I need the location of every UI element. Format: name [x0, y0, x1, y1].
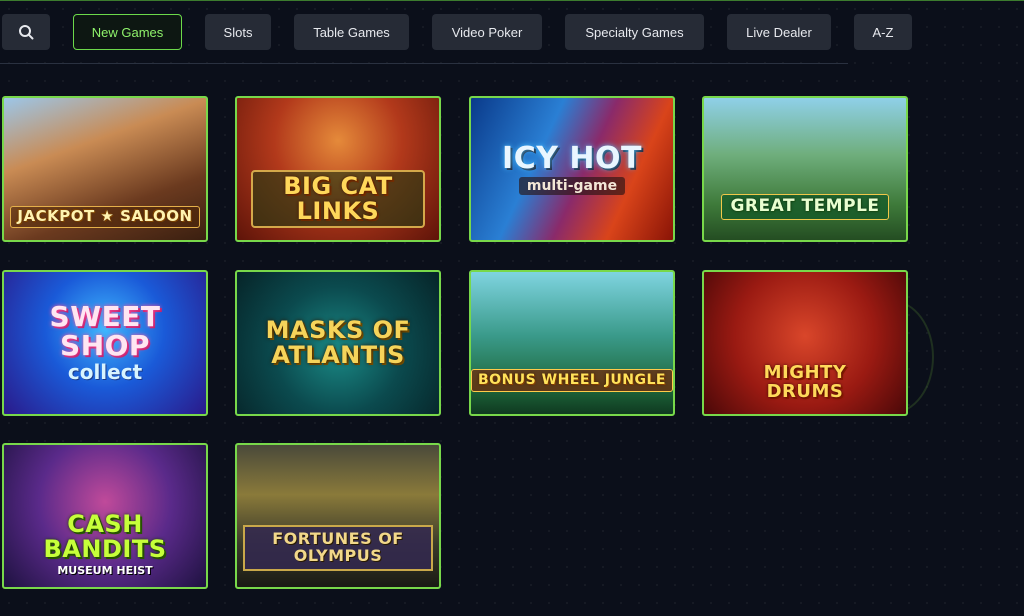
game-tile-mighty-drums[interactable]: MIGHTY DRUMS: [702, 270, 908, 416]
game-title: SWEET SHOP: [49, 299, 161, 362]
game-title: FORTUNES OF OLYMPUS: [243, 525, 433, 571]
game-title: BIG CAT LINKS: [251, 169, 425, 228]
search-icon: [18, 24, 34, 40]
game-subtitle: collect: [67, 360, 143, 385]
game-title: MIGHTY DRUMS: [763, 362, 847, 403]
game-title: JACKPOT ★ SALOON: [10, 206, 200, 228]
game-tile-masks-of-atlantis[interactable]: MASKS OF ATLANTIS: [235, 270, 441, 416]
game-title: ICY HOT: [502, 141, 642, 177]
game-title: BONUS WHEEL JUNGLE: [471, 369, 673, 392]
tab-table-games[interactable]: Table Games: [294, 14, 409, 50]
game-tile-sweet-shop[interactable]: SWEET SHOP collect: [2, 270, 208, 416]
search-button[interactable]: [2, 14, 50, 50]
tab-new-games[interactable]: New Games: [73, 14, 182, 50]
category-nav: New Games Slots Table Games Video Poker …: [0, 14, 1024, 50]
nav-divider: [0, 63, 848, 64]
game-tile-icy-hot[interactable]: ICY HOT multi-game: [469, 96, 675, 242]
game-title: MASKS OF ATLANTIS: [265, 315, 411, 369]
top-accent-line: [0, 0, 1024, 1]
game-tile-bonus-wheel-jungle[interactable]: BONUS WHEEL JUNGLE: [469, 270, 675, 416]
game-tile-jackpot-saloon[interactable]: JACKPOT ★ SALOON: [2, 96, 208, 242]
game-title: CASH BANDITS: [43, 509, 167, 563]
game-subtitle: MUSEUM HEIST: [57, 564, 153, 577]
tab-video-poker[interactable]: Video Poker: [432, 14, 542, 50]
tab-slots[interactable]: Slots: [205, 14, 271, 50]
game-tile-cash-bandits[interactable]: CASH BANDITS MUSEUM HEIST: [2, 443, 208, 589]
game-tile-big-cat-links[interactable]: BIG CAT LINKS: [235, 96, 441, 242]
game-title: GREAT TEMPLE: [721, 194, 889, 220]
tab-live-dealer[interactable]: Live Dealer: [727, 14, 831, 50]
tab-a-z[interactable]: A-Z: [854, 14, 912, 50]
game-tile-fortunes-of-olympus[interactable]: FORTUNES OF OLYMPUS: [235, 443, 441, 589]
game-subtitle: multi-game: [518, 176, 626, 195]
tab-specialty-games[interactable]: Specialty Games: [565, 14, 704, 50]
game-tile-great-temple[interactable]: GREAT TEMPLE: [702, 96, 908, 242]
